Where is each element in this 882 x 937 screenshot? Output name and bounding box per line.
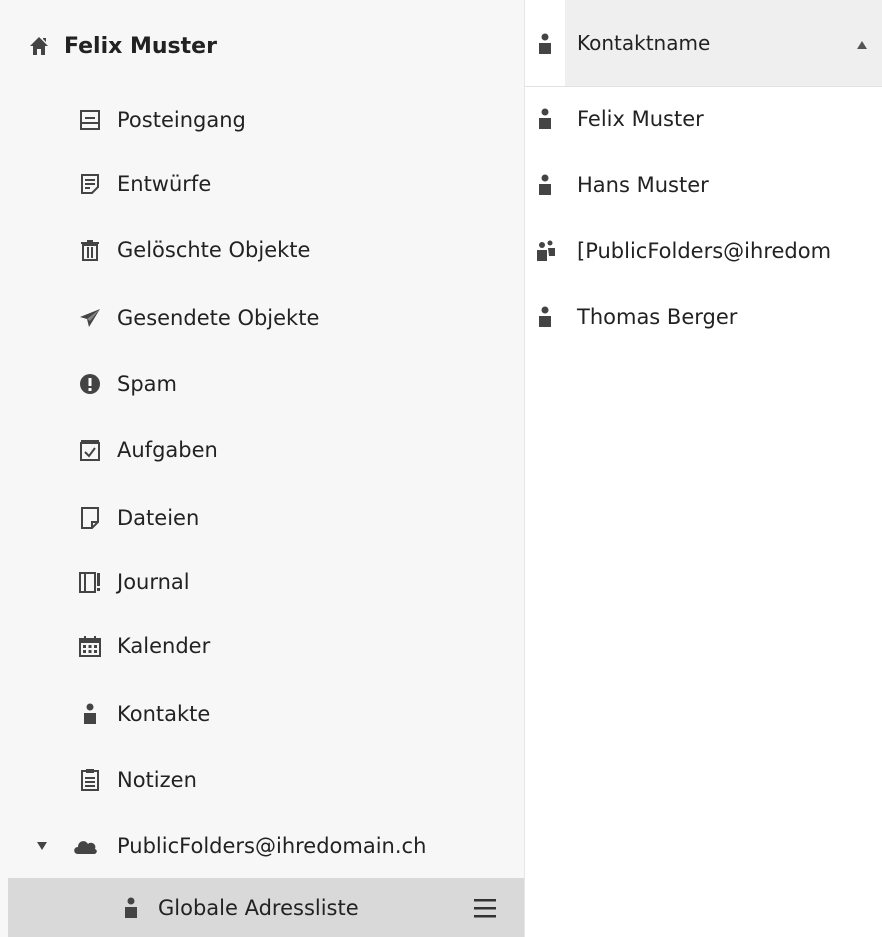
contact-name: Thomas Berger: [577, 305, 738, 329]
folder-item-notizen[interactable]: Notizen: [0, 748, 524, 812]
notes-icon: [79, 769, 101, 791]
column-header-label: Kontaktname: [577, 31, 711, 55]
folder-label: Notizen: [117, 768, 197, 792]
contact-name: [PublicFolders@ihredom: [577, 239, 832, 263]
folder-label: Journal: [117, 570, 190, 594]
folder-item-kontakte[interactable]: Kontakte: [0, 682, 524, 746]
cloud-icon: [72, 836, 98, 856]
folder-label: Spam: [117, 372, 177, 396]
sent-icon: [79, 307, 101, 329]
folder-label: Gelöschte Objekte: [117, 238, 311, 262]
drafts-icon: [79, 173, 101, 195]
contact-name: Felix Muster: [577, 107, 704, 131]
folder-item-spam[interactable]: Spam: [0, 352, 524, 416]
folder-item-aufgaben[interactable]: Aufgaben: [0, 418, 524, 482]
folder-item-globale-adressliste[interactable]: Globale Adressliste: [8, 878, 524, 937]
app-window: Felix Muster Posteingang Entwürfe Gelösc…: [0, 0, 882, 937]
contact-icon: [79, 703, 101, 725]
folder-sidebar: Felix Muster Posteingang Entwürfe Gelösc…: [0, 0, 525, 937]
table-row[interactable]: Felix Muster: [525, 87, 882, 151]
account-name: Felix Muster: [64, 33, 217, 59]
contact-icon: [534, 174, 556, 196]
table-row[interactable]: Thomas Berger: [525, 285, 882, 349]
hamburger-icon[interactable]: [473, 897, 497, 919]
spam-icon: [79, 373, 101, 395]
contact-name: Hans Muster: [577, 173, 709, 197]
folder-label: Gesendete Objekte: [117, 306, 320, 330]
contact-icon: [534, 108, 556, 130]
group-contact-icon: [534, 240, 556, 262]
journal-icon: [79, 571, 101, 593]
folder-label: Kontakte: [117, 702, 211, 726]
sort-ascending-icon: [856, 40, 868, 50]
folder-item-gesendete-objekte[interactable]: Gesendete Objekte: [0, 286, 524, 350]
folder-label: Kalender: [117, 634, 211, 658]
contact-icon: [534, 306, 556, 328]
folder-item-kalender[interactable]: Kalender: [0, 614, 524, 678]
folder-item-geloeschte-objekte[interactable]: Gelöschte Objekte: [0, 218, 524, 282]
calendar-icon: [79, 635, 101, 657]
folder-label: Aufgaben: [117, 438, 218, 462]
inbox-icon: [79, 109, 101, 131]
folder-item-posteingang[interactable]: Posteingang: [0, 88, 524, 152]
expand-triangle-icon[interactable]: [36, 840, 48, 852]
contact-list-pane: Kontaktname Felix Muster Hans Muster [Pu…: [525, 0, 882, 937]
public-folders-label: PublicFolders@ihredomain.ch: [117, 834, 427, 858]
tasks-icon: [79, 439, 101, 461]
column-header-kontaktname[interactable]: Kontaktname: [565, 0, 882, 86]
table-row[interactable]: Hans Muster: [525, 153, 882, 217]
public-folders-node[interactable]: PublicFolders@ihredomain.ch: [0, 814, 524, 878]
folder-label: Dateien: [117, 506, 200, 530]
folder-item-dateien[interactable]: Dateien: [0, 486, 524, 550]
folder-item-journal[interactable]: Journal: [0, 550, 524, 614]
folder-label: Entwürfe: [117, 172, 212, 196]
folder-label: Posteingang: [117, 108, 246, 132]
list-header: Kontaktname: [525, 0, 882, 87]
contact-icon: [120, 897, 142, 919]
contact-type-column-icon[interactable]: [534, 33, 556, 55]
home-icon: [28, 35, 50, 57]
files-icon: [79, 507, 101, 529]
table-row[interactable]: [PublicFolders@ihredom: [525, 219, 882, 283]
trash-icon: [79, 239, 101, 261]
folder-item-entwuerfe[interactable]: Entwürfe: [0, 152, 524, 216]
account-root[interactable]: Felix Muster: [0, 14, 217, 78]
folder-label: Globale Adressliste: [158, 895, 359, 920]
